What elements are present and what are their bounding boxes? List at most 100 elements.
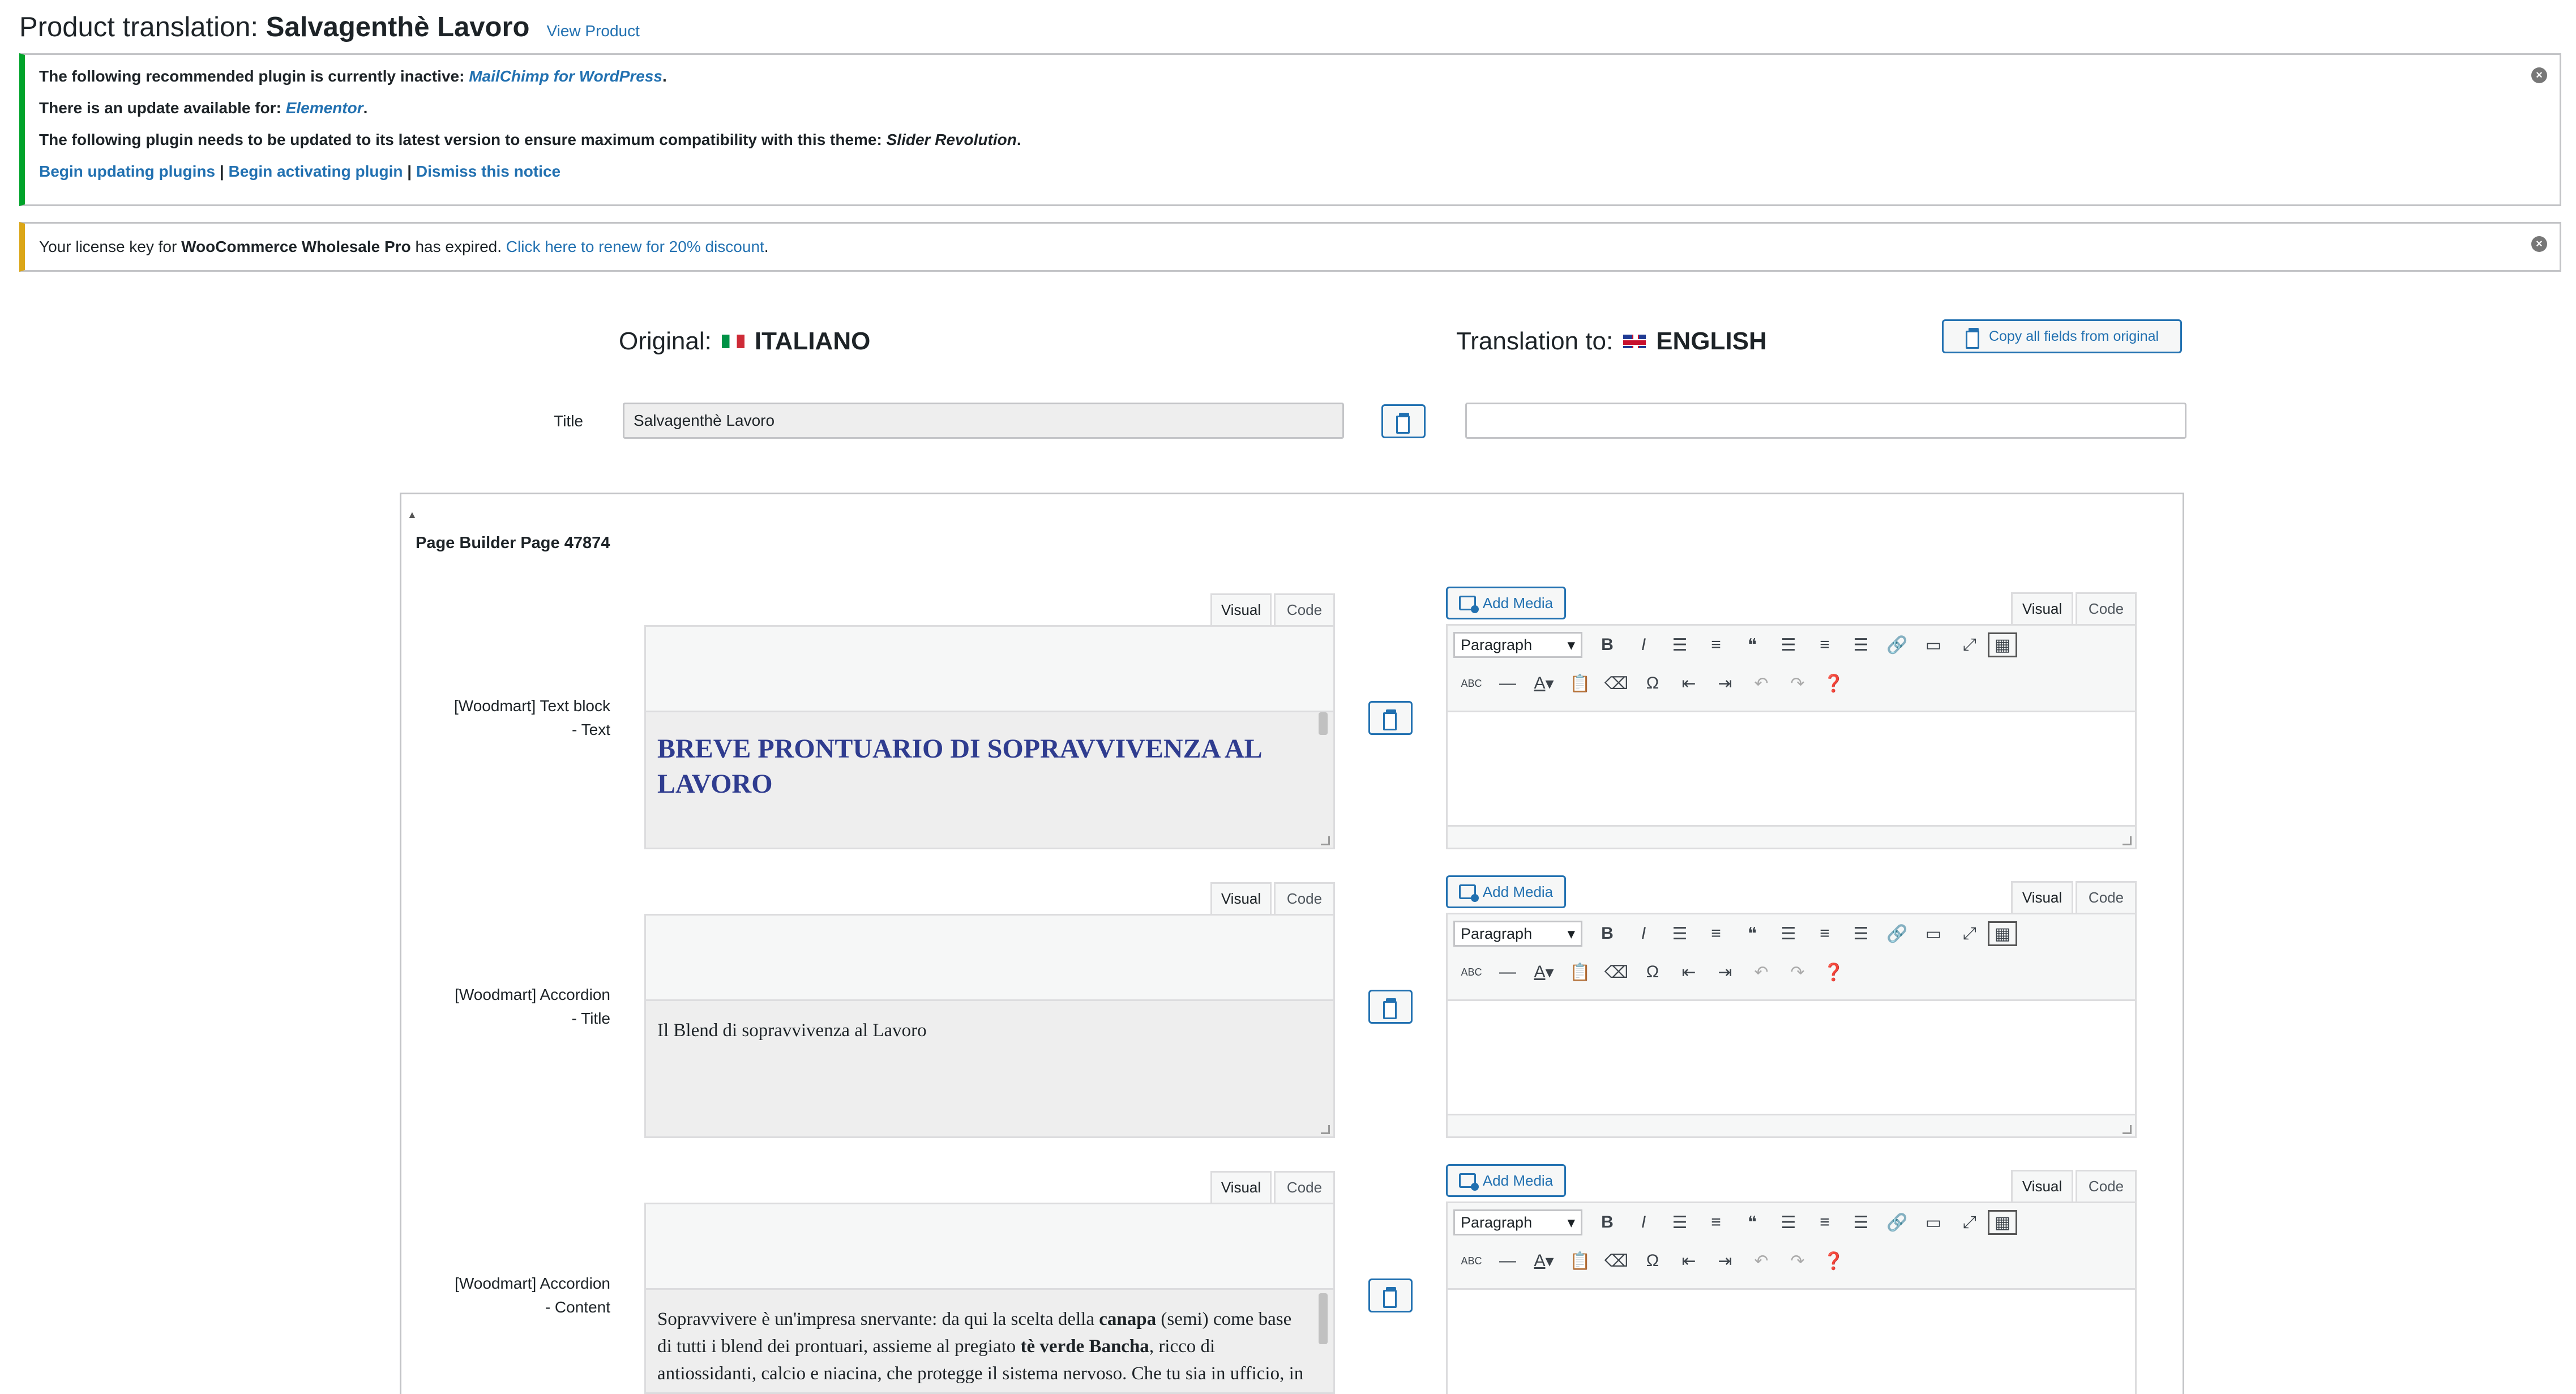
undo-icon[interactable]: ↶ [1743,670,1779,697]
indent-icon[interactable]: ⇥ [1707,959,1743,986]
copy-all-fields-button[interactable]: Copy all fields from original [1942,319,2182,353]
bold-icon[interactable]: B [1589,1209,1625,1236]
italic-icon[interactable]: I [1625,631,1662,658]
bullet-list-icon[interactable]: ☰ [1662,1209,1698,1236]
align-left-icon[interactable]: ☰ [1770,920,1807,947]
horizontal-line-icon[interactable]: — [1490,959,1526,986]
close-icon[interactable]: × [2531,236,2547,252]
clear-formatting-icon[interactable]: ⌫ [1598,1247,1634,1275]
help-icon[interactable]: ❓ [1816,1247,1852,1275]
horizontal-line-icon[interactable]: — [1490,670,1526,697]
undo-icon[interactable]: ↶ [1743,959,1779,986]
copy-field-button[interactable] [1368,701,1413,735]
tab-visual[interactable]: Visual [1210,882,1272,914]
add-media-button[interactable]: Add Media [1446,875,1566,908]
read-more-icon[interactable]: ▭ [1915,920,1952,947]
copy-field-button[interactable] [1368,990,1413,1024]
tab-code[interactable]: Code [1274,593,1335,625]
toolbar-toggle-icon[interactable]: ▦ [1988,1210,2017,1235]
indent-icon[interactable]: ⇥ [1707,670,1743,697]
add-media-button[interactable]: Add Media [1446,587,1566,619]
numbered-list-icon[interactable]: ≡ [1698,1209,1734,1236]
italic-icon[interactable]: I [1625,1209,1662,1236]
translation-title-input[interactable] [1465,403,2186,439]
text-color-icon[interactable]: A ▾ [1526,670,1562,697]
align-right-icon[interactable]: ☰ [1843,920,1879,947]
tab-code[interactable]: Code [2076,881,2137,913]
dismiss-notice-link[interactable]: Dismiss this notice [416,163,560,180]
align-right-icon[interactable]: ☰ [1843,631,1879,658]
help-icon[interactable]: ❓ [1816,670,1852,697]
copy-field-button[interactable] [1368,1278,1413,1312]
begin-activating-link[interactable]: Begin activating plugin [228,163,403,180]
paste-text-icon[interactable]: 📋 [1562,670,1598,697]
align-center-icon[interactable]: ≡ [1807,1209,1843,1236]
text-color-icon[interactable]: A ▾ [1526,1247,1562,1275]
tab-code[interactable]: Code [1274,882,1335,914]
renew-license-link[interactable]: Click here to renew for 20% discount [506,238,764,255]
outdent-icon[interactable]: ⇤ [1671,670,1707,697]
blockquote-icon[interactable]: ❝ [1734,631,1770,658]
outdent-icon[interactable]: ⇤ [1671,1247,1707,1275]
align-center-icon[interactable]: ≡ [1807,631,1843,658]
link-icon[interactable]: 🔗 [1879,1209,1915,1236]
blockquote-icon[interactable]: ❝ [1734,920,1770,947]
translation-editor-content[interactable] [1446,1001,2137,1138]
tab-visual[interactable]: Visual [1210,1171,1272,1203]
text-color-icon[interactable]: A ▾ [1526,959,1562,986]
tab-visual[interactable]: Visual [1210,593,1272,625]
toolbar-toggle-icon[interactable]: ▦ [1988,632,2017,657]
outdent-icon[interactable]: ⇤ [1671,959,1707,986]
fullscreen-icon[interactable]: ⤢ [1952,1209,1988,1236]
mailchimp-link[interactable]: MailChimp for WordPress [469,67,662,85]
align-right-icon[interactable]: ☰ [1843,1209,1879,1236]
strikethrough-icon[interactable]: ABC [1453,1247,1490,1275]
toolbar-toggle-icon[interactable]: ▦ [1988,921,2017,946]
align-center-icon[interactable]: ≡ [1807,920,1843,947]
undo-icon[interactable]: ↶ [1743,1247,1779,1275]
link-icon[interactable]: 🔗 [1879,631,1915,658]
format-select[interactable]: Paragraph ▾ [1453,632,1582,658]
begin-updating-link[interactable]: Begin updating plugins [39,163,215,180]
triangle-up-icon[interactable]: ▲ [407,509,417,521]
bullet-list-icon[interactable]: ☰ [1662,920,1698,947]
special-character-icon[interactable]: Ω [1634,1247,1671,1275]
align-left-icon[interactable]: ☰ [1770,631,1807,658]
tab-code[interactable]: Code [2076,592,2137,624]
fullscreen-icon[interactable]: ⤢ [1952,920,1988,947]
bullet-list-icon[interactable]: ☰ [1662,631,1698,658]
copy-title-button[interactable] [1381,404,1426,438]
bold-icon[interactable]: B [1589,920,1625,947]
translation-editor-content[interactable] [1446,1290,2137,1394]
link-icon[interactable]: 🔗 [1879,920,1915,947]
blockquote-icon[interactable]: ❝ [1734,1209,1770,1236]
elementor-link[interactable]: Elementor [286,99,363,117]
tab-code[interactable]: Code [2076,1170,2137,1201]
clear-formatting-icon[interactable]: ⌫ [1598,959,1634,986]
align-left-icon[interactable]: ☰ [1770,1209,1807,1236]
special-character-icon[interactable]: Ω [1634,670,1671,697]
translation-editor-content[interactable] [1446,712,2137,849]
tab-visual[interactable]: Visual [2011,881,2073,913]
clear-formatting-icon[interactable]: ⌫ [1598,670,1634,697]
tab-visual[interactable]: Visual [2011,592,2073,624]
tab-code[interactable]: Code [1274,1171,1335,1203]
indent-icon[interactable]: ⇥ [1707,1247,1743,1275]
strikethrough-icon[interactable]: ABC [1453,670,1490,697]
numbered-list-icon[interactable]: ≡ [1698,920,1734,947]
bold-icon[interactable]: B [1589,631,1625,658]
view-product-link[interactable]: View Product [546,22,639,40]
italic-icon[interactable]: I [1625,920,1662,947]
numbered-list-icon[interactable]: ≡ [1698,631,1734,658]
format-select[interactable]: Paragraph ▾ [1453,921,1582,947]
fullscreen-icon[interactable]: ⤢ [1952,631,1988,658]
redo-icon[interactable]: ↷ [1779,670,1816,697]
strikethrough-icon[interactable]: ABC [1453,959,1490,986]
paste-text-icon[interactable]: 📋 [1562,1247,1598,1275]
close-icon[interactable]: × [2531,67,2547,83]
paste-text-icon[interactable]: 📋 [1562,959,1598,986]
horizontal-line-icon[interactable]: — [1490,1247,1526,1275]
redo-icon[interactable]: ↷ [1779,1247,1816,1275]
add-media-button[interactable]: Add Media [1446,1164,1566,1197]
help-icon[interactable]: ❓ [1816,959,1852,986]
